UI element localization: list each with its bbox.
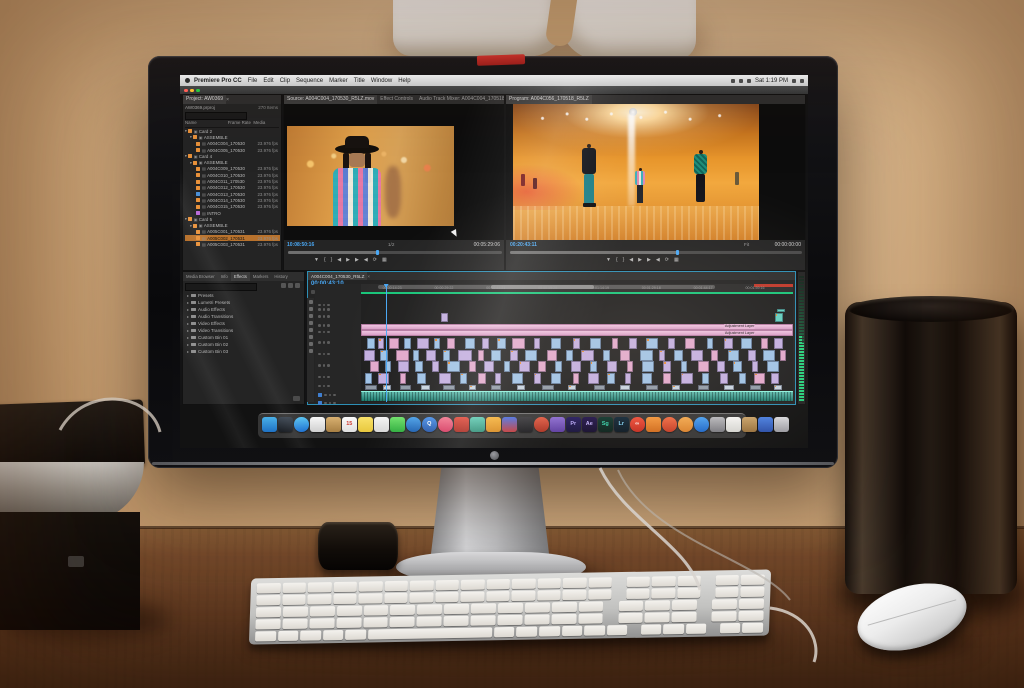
cables [0,0,1024,688]
folder2-icon[interactable] [742,417,757,432]
menu-sequence[interactable]: Sequence [296,78,323,84]
launchpad-icon[interactable] [278,417,293,432]
preview-icon[interactable] [486,417,501,432]
finder-icon[interactable] [262,417,277,432]
notes-icon[interactable] [358,417,373,432]
menu-help[interactable]: Help [398,78,410,84]
reminders-icon[interactable] [374,417,389,432]
minimize-window-button[interactable] [190,89,194,93]
appstore-icon[interactable] [694,417,709,432]
bluetooth-icon[interactable] [731,79,735,83]
wifi-icon[interactable] [739,79,743,83]
lightroom-icon[interactable]: Lr [614,417,629,432]
photos-icon[interactable] [310,417,325,432]
spotlight-icon[interactable] [792,79,796,83]
cup-app-icon[interactable] [646,417,661,432]
menubar-clock[interactable]: Sat 1:19 PM [755,78,788,84]
speedgrade-icon[interactable]: Sg [598,417,613,432]
messages-icon[interactable] [390,417,405,432]
chart-app-icon[interactable] [502,417,517,432]
menu-edit[interactable]: Edit [263,78,273,84]
red-app-icon[interactable] [454,417,469,432]
playhead[interactable] [386,284,387,402]
display-app-icon[interactable] [758,417,773,432]
aftereffects-icon[interactable]: Ae [582,417,597,432]
globe-red-icon[interactable] [534,417,549,432]
dark-app-icon[interactable] [518,417,533,432]
close-window-button[interactable] [184,89,188,93]
menubar-status: Sat 1:19 PM [731,78,804,84]
folder-icon[interactable] [326,417,341,432]
menu-items: File Edit Clip Sequence Marker Title Window Hel… [248,78,417,84]
dock: 15 Q PrAeSgLr∞ [262,417,789,432]
window-title-bar[interactable] [180,86,808,94]
menu-marker[interactable]: Marker [329,78,348,84]
zoom-window-button[interactable] [196,89,200,93]
calendar-icon[interactable]: 15 [342,417,357,432]
browser-globe-icon[interactable] [406,417,421,432]
trash-icon[interactable] [774,417,789,432]
sysprefs-icon[interactable] [710,417,725,432]
battery-icon[interactable] [747,79,751,83]
notification-center-icon[interactable] [800,79,804,83]
safari-icon[interactable] [294,417,309,432]
photobooth-icon[interactable] [550,417,565,432]
premiere-icon[interactable]: Pr [566,417,581,432]
itunes-icon[interactable] [438,417,453,432]
peach-app-icon[interactable] [678,417,693,432]
maps-icon[interactable] [470,417,485,432]
menu-window[interactable]: Window [371,78,392,84]
creativecloud-icon[interactable]: ∞ [630,417,645,432]
target-app-icon[interactable] [662,417,677,432]
menu-clip[interactable]: Clip [280,78,290,84]
menu-title[interactable]: Title [354,78,365,84]
apple-menu-icon[interactable] [185,78,190,83]
textedit-icon[interactable] [726,417,741,432]
menu-file[interactable]: File [248,78,258,84]
macos-menu-bar: Premiere Pro CC File Edit Clip Sequence Mark… [180,75,808,86]
app-menu-title[interactable]: Premiere Pro CC [194,78,242,84]
quicktime-icon[interactable]: Q [422,417,437,432]
